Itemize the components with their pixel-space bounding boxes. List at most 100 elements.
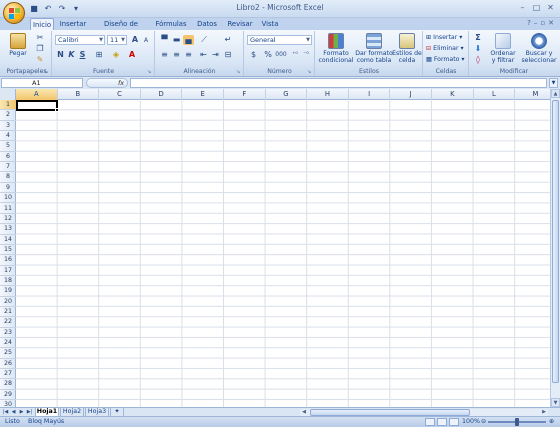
name-box[interactable]: A1: [1, 78, 83, 88]
bold-icon[interactable]: N: [56, 50, 65, 60]
increase-decimal-icon[interactable]: ⁺⁰: [290, 50, 300, 60]
office-button[interactable]: [3, 2, 25, 24]
column-header-h[interactable]: H: [307, 89, 349, 100]
row-header-9[interactable]: 9: [0, 183, 16, 194]
prev-sheet-icon[interactable]: ◀: [10, 409, 17, 416]
maximize-button[interactable]: □: [531, 2, 542, 13]
worksheet-grid[interactable]: ABCDEFGHIJKLM 1 2 3 4 5 6 7 8 9 10 11 12 13 14 15 16 17 1…: [0, 89, 550, 407]
font-size-select[interactable]: 11 ▼: [107, 35, 127, 45]
first-sheet-icon[interactable]: |◀: [2, 409, 9, 416]
scroll-up-icon[interactable]: ▲: [551, 89, 560, 98]
row-header-24[interactable]: 24: [0, 338, 16, 349]
column-header-e[interactable]: E: [182, 89, 224, 100]
scroll-left-icon[interactable]: ◀: [300, 409, 308, 416]
column-header-j[interactable]: J: [390, 89, 432, 100]
copy-icon[interactable]: ❐: [35, 44, 45, 54]
row-header-6[interactable]: 6: [0, 152, 16, 163]
expand-formula-bar-icon[interactable]: ▼: [549, 78, 558, 88]
autosum-icon[interactable]: Σ: [473, 33, 483, 43]
font-name-select[interactable]: Calibri ▼: [55, 35, 105, 45]
font-launcher-icon[interactable]: ↘: [147, 69, 153, 75]
scroll-right-icon[interactable]: ▶: [540, 409, 548, 416]
row-header-14[interactable]: 14: [0, 235, 16, 245]
row-header-4[interactable]: 4: [0, 131, 16, 142]
italic-icon[interactable]: K: [67, 50, 76, 60]
borders-icon[interactable]: ⊞: [93, 50, 105, 60]
column-header-a[interactable]: A: [16, 89, 58, 100]
row-header-30[interactable]: 30: [0, 400, 16, 407]
row-header-17[interactable]: 17: [0, 266, 16, 276]
paste-button[interactable]: Pegar: [4, 33, 32, 57]
row-header-19[interactable]: 19: [0, 286, 16, 297]
row-header-10[interactable]: 10: [0, 193, 16, 204]
workbook-minimize-button[interactable]: –: [534, 19, 538, 27]
thousands-separator-icon[interactable]: 000: [274, 50, 288, 60]
shrink-font-icon[interactable]: A: [141, 36, 151, 46]
minimize-button[interactable]: –: [517, 2, 528, 13]
clear-icon[interactable]: ◊: [473, 55, 483, 65]
align-bottom-icon[interactable]: ▄: [183, 35, 194, 45]
decrease-indent-icon[interactable]: ⇤: [198, 50, 209, 60]
row-header-27[interactable]: 27: [0, 369, 16, 380]
conditional-format-button[interactable]: Formato condicional: [317, 33, 355, 64]
page-break-view-button[interactable]: [449, 418, 459, 426]
tab-diseno-de-pagina[interactable]: Diseño de página: [92, 18, 150, 40]
wrap-text-icon[interactable]: ↵: [222, 35, 234, 45]
cell-styles-button[interactable]: Estilos de celda: [392, 33, 422, 64]
currency-icon[interactable]: $: [248, 50, 259, 60]
number-format-select[interactable]: General ▼: [247, 35, 312, 45]
row-header-5[interactable]: 5: [0, 141, 16, 152]
zoom-in-icon[interactable]: ⊕: [549, 417, 554, 427]
align-top-icon[interactable]: ▀: [159, 35, 170, 45]
cut-icon[interactable]: ✂: [35, 33, 45, 43]
column-header-b[interactable]: B: [58, 89, 100, 100]
number-launcher-icon[interactable]: ↘: [307, 69, 313, 75]
normal-view-button[interactable]: [425, 418, 435, 426]
align-left-icon[interactable]: ≡: [159, 50, 170, 60]
scroll-down-icon[interactable]: ▼: [551, 398, 560, 407]
align-center-icon[interactable]: ≡: [171, 50, 182, 60]
clipboard-launcher-icon[interactable]: ↘: [44, 69, 50, 75]
alignment-launcher-icon[interactable]: ↘: [236, 69, 242, 75]
active-cell[interactable]: [16, 100, 59, 112]
row-header-16[interactable]: 16: [0, 255, 16, 266]
insert-cells-button[interactable]: ⊞ Insertar ▾: [426, 33, 462, 42]
horizontal-scrollbar[interactable]: ◀ ▶: [300, 409, 548, 416]
insert-function-button[interactable]: fx: [86, 78, 128, 88]
zoom-out-icon[interactable]: ⊖: [481, 417, 486, 427]
row-header-21[interactable]: 21: [0, 307, 16, 318]
page-layout-view-button[interactable]: [437, 418, 447, 426]
sort-filter-button[interactable]: Ordenar y filtrar: [486, 33, 520, 64]
row-header-1[interactable]: 1: [0, 100, 16, 111]
fill-handle[interactable]: [55, 108, 59, 112]
row-header-26[interactable]: 26: [0, 359, 16, 370]
workbook-close-button[interactable]: ✕: [548, 19, 554, 27]
format-as-table-button[interactable]: Dar formato como tabla: [355, 33, 393, 64]
percent-icon[interactable]: %: [263, 50, 273, 60]
row-header-28[interactable]: 28: [0, 379, 16, 390]
vertical-scrollbar[interactable]: ▲ ▼: [550, 89, 560, 407]
row-header-15[interactable]: 15: [0, 245, 16, 256]
column-header-g[interactable]: G: [266, 89, 308, 100]
tab-inicio[interactable]: Inicio: [30, 18, 54, 30]
row-header-25[interactable]: 25: [0, 348, 16, 359]
cell-area[interactable]: [16, 100, 550, 407]
workbook-restore-button[interactable]: ▫: [540, 19, 545, 27]
zoom-slider[interactable]: [488, 418, 546, 426]
last-sheet-icon[interactable]: ▶|: [26, 409, 33, 416]
tab-vista[interactable]: Vista: [258, 18, 282, 30]
column-header-d[interactable]: D: [141, 89, 183, 100]
help-icon[interactable]: ?: [527, 19, 531, 27]
format-cells-button[interactable]: ▦ Formato ▾: [426, 55, 465, 64]
row-header-20[interactable]: 20: [0, 297, 16, 307]
select-all-button[interactable]: [0, 89, 16, 100]
tab-datos[interactable]: Datos: [192, 18, 222, 30]
zoom-level[interactable]: 100%: [462, 417, 480, 427]
column-header-i[interactable]: I: [349, 89, 391, 100]
row-header-7[interactable]: 7: [0, 162, 16, 173]
next-sheet-icon[interactable]: ▶: [18, 409, 25, 416]
text-orientation-icon[interactable]: ⟋: [198, 35, 210, 45]
format-painter-icon[interactable]: ✎: [35, 55, 45, 65]
merge-center-icon[interactable]: ⊟: [222, 50, 234, 60]
close-button[interactable]: ✕: [545, 2, 556, 13]
